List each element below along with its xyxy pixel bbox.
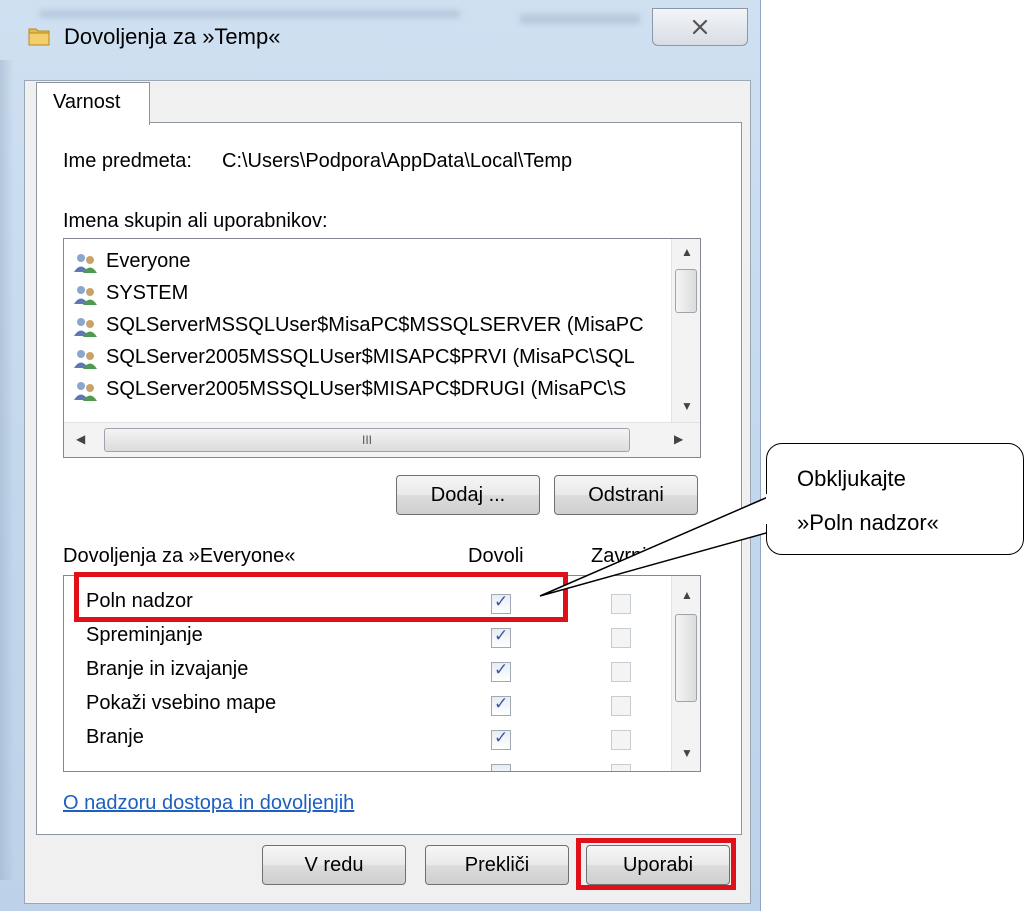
groups-label: Imena skupin ali uporabnikov: bbox=[63, 210, 328, 232]
user-group-icon bbox=[74, 286, 97, 305]
permission-row: Branje ✓ bbox=[64, 720, 664, 756]
folder-icon bbox=[28, 28, 50, 46]
tab-label: Varnost bbox=[53, 91, 121, 113]
deny-checkbox[interactable] bbox=[611, 628, 631, 648]
scroll-grip: III bbox=[361, 433, 372, 447]
permissions-for-label: Dovoljenja za »Everyone« bbox=[63, 545, 296, 567]
deny-checkbox[interactable] bbox=[611, 696, 631, 716]
permission-name: Pokaži vsebino mape bbox=[86, 692, 277, 714]
scroll-thumb[interactable]: III bbox=[104, 428, 630, 452]
user-group-icon bbox=[74, 382, 97, 401]
object-name-label: Ime predmeta: bbox=[63, 150, 192, 172]
check-icon: ✓ bbox=[494, 626, 509, 645]
object-path: C:\Users\Podpora\AppData\Local\Temp bbox=[222, 150, 573, 172]
allow-checkbox[interactable]: ✓ bbox=[491, 728, 511, 750]
callout-line-2: »Poln nadzor« bbox=[797, 510, 939, 535]
allow-column-header: Dovoli bbox=[468, 545, 524, 567]
user-group-icon bbox=[74, 254, 97, 273]
user-group-icon bbox=[74, 350, 97, 369]
allow-checkbox[interactable]: ✓ bbox=[491, 626, 511, 648]
cancel-button[interactable]: Prekliči bbox=[425, 845, 569, 885]
permission-row: Branje in izvajanje ✓ bbox=[64, 652, 664, 688]
permission-name: Branje in izvajanje bbox=[86, 658, 249, 680]
window-title: Dovoljenja za »Temp« bbox=[64, 24, 281, 49]
scroll-left-icon[interactable]: ◀ bbox=[76, 432, 85, 446]
scroll-down-icon[interactable]: ▼ bbox=[681, 399, 693, 413]
user-name: SYSTEM bbox=[106, 282, 189, 304]
permission-row: Pokaži vsebino mape ✓ bbox=[64, 686, 664, 722]
close-icon bbox=[692, 19, 708, 35]
scroll-up-icon[interactable]: ▲ bbox=[681, 245, 693, 259]
highlight-full-control bbox=[74, 572, 568, 622]
users-vertical-scrollbar[interactable]: ▲ ▼ bbox=[671, 239, 700, 422]
deny-checkbox[interactable] bbox=[611, 764, 631, 771]
scroll-thumb[interactable] bbox=[675, 614, 697, 702]
tab-security[interactable]: Varnost bbox=[36, 82, 150, 125]
deny-checkbox[interactable] bbox=[611, 594, 631, 614]
allow-checkbox[interactable]: ✓ bbox=[491, 694, 511, 716]
list-item[interactable]: SYSTEM bbox=[68, 279, 672, 311]
allow-checkbox[interactable] bbox=[491, 764, 511, 771]
background-blur bbox=[40, 10, 460, 18]
permission-name: Branje bbox=[86, 726, 144, 748]
permission-row: Spreminjanje ✓ bbox=[64, 618, 664, 654]
remove-button[interactable]: Odstrani bbox=[554, 475, 698, 515]
scroll-thumb[interactable] bbox=[675, 269, 697, 313]
users-list[interactable]: Everyone SYSTEM SQLServerMSSQLUser$MisaP… bbox=[63, 238, 701, 458]
list-item[interactable]: SQLServerMSSQLUser$MisaPC$MSSQLSERVER (M… bbox=[68, 311, 672, 343]
list-item[interactable]: Everyone bbox=[68, 247, 672, 279]
user-name: SQLServer2005MSSQLUser$MISAPC$PRVI (Misa… bbox=[106, 346, 635, 368]
add-button[interactable]: Dodaj ... bbox=[396, 475, 540, 515]
user-group-icon bbox=[74, 318, 97, 337]
background-blur bbox=[520, 14, 640, 24]
callout-line-1: Obkljukajte bbox=[797, 466, 906, 491]
check-icon: ✓ bbox=[494, 694, 509, 713]
deny-checkbox[interactable] bbox=[611, 730, 631, 750]
check-icon: ✓ bbox=[494, 660, 509, 679]
deny-checkbox[interactable] bbox=[611, 662, 631, 682]
permission-name: Spreminjanje bbox=[86, 624, 203, 646]
callout-box: Obkljukajte »Poln nadzor« bbox=[766, 443, 1024, 555]
permission-row-partial bbox=[64, 754, 664, 771]
deny-column-header: Zavrni bbox=[591, 545, 647, 567]
scroll-down-icon[interactable]: ▼ bbox=[681, 746, 693, 760]
allow-checkbox[interactable]: ✓ bbox=[491, 660, 511, 682]
permissions-scrollbar[interactable]: ▲ ▼ bbox=[671, 576, 700, 771]
stage: Dovoljenja za »Temp« Varnost Ime predmet… bbox=[0, 0, 1029, 911]
background-blur bbox=[0, 60, 14, 880]
user-name: Everyone bbox=[106, 250, 191, 272]
list-item[interactable]: SQLServer2005MSSQLUser$MISAPC$PRVI (Misa… bbox=[68, 343, 672, 375]
ok-button[interactable]: V redu bbox=[262, 845, 406, 885]
user-name: SQLServer2005MSSQLUser$MISAPC$DRUGI (Mis… bbox=[106, 378, 627, 400]
check-icon: ✓ bbox=[494, 728, 509, 747]
close-button[interactable] bbox=[652, 8, 748, 46]
user-name: SQLServerMSSQLUser$MisaPC$MSSQLSERVER (M… bbox=[106, 314, 644, 336]
help-link[interactable]: O nadzoru dostopa in dovoljenjih bbox=[63, 792, 354, 815]
scroll-right-icon[interactable]: ▶ bbox=[674, 432, 683, 446]
users-horizontal-scrollbar[interactable]: ◀ III ▶ bbox=[64, 422, 700, 457]
highlight-apply-button bbox=[576, 838, 736, 890]
scroll-up-icon[interactable]: ▲ bbox=[681, 588, 693, 602]
list-item[interactable]: SQLServer2005MSSQLUser$MISAPC$DRUGI (Mis… bbox=[68, 375, 672, 407]
